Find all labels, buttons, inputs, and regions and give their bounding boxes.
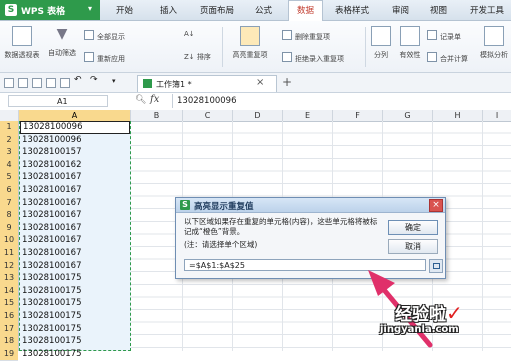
- annotation-arrow: [368, 270, 433, 348]
- checkmark-icon: ✓: [446, 301, 463, 325]
- watermark-logo: 经验啦✓: [395, 301, 463, 325]
- watermark-url: jingyanla.com: [380, 324, 459, 335]
